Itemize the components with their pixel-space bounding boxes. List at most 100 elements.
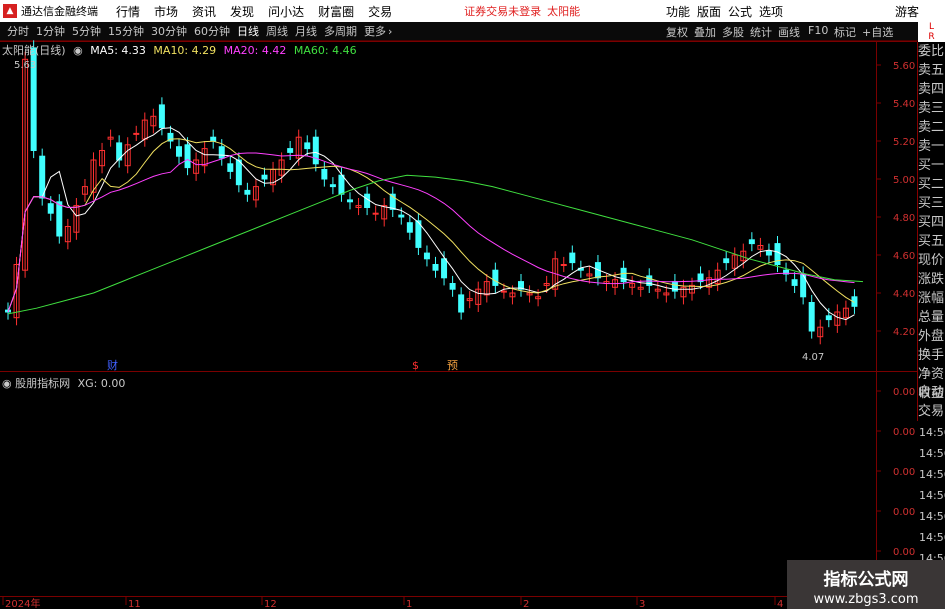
watermark: 指标公式网 www.zbgs3.com bbox=[787, 560, 945, 609]
quote-field-label: 卖三 bbox=[918, 101, 945, 116]
candle-body bbox=[184, 144, 191, 169]
candle-body bbox=[47, 203, 54, 214]
indicator-axis-label: 0.00 bbox=[893, 547, 915, 558]
indicator-legend: ◉ 股朋指标网 XG: 0.00 bbox=[2, 375, 125, 391]
candle-body bbox=[338, 174, 345, 195]
quote-field-label: 买三 bbox=[918, 196, 945, 211]
chart-legend: 太阳能(日线) ◉ MA5: 4.33 MA10: 4.29 MA20: 4.4… bbox=[2, 42, 361, 58]
legend-ma60: MA60: 4.46 bbox=[293, 44, 357, 57]
candle-body bbox=[227, 163, 234, 172]
quote-field-label: 总量 bbox=[918, 310, 945, 325]
candle-body bbox=[347, 199, 353, 203]
time-label: 4 bbox=[777, 599, 783, 609]
candle-body bbox=[432, 264, 439, 271]
trade-field-label[interactable]: 交易 bbox=[918, 402, 945, 421]
price-label: 4.60 bbox=[893, 251, 915, 262]
candle-body bbox=[133, 132, 140, 135]
quote-field-label: 卖四 bbox=[918, 82, 945, 97]
price-label: 5.20 bbox=[893, 137, 915, 148]
candle-body bbox=[560, 264, 567, 266]
quote-field-label: 现价 bbox=[918, 253, 945, 268]
indicator-axis-label: 0.00 bbox=[893, 387, 915, 398]
candle-body bbox=[398, 214, 405, 218]
time-label: 1 bbox=[406, 599, 412, 609]
indicator-toggle-icon[interactable]: ◉ bbox=[2, 377, 12, 390]
candle-body bbox=[210, 136, 217, 142]
indicator-axis-label: 0.00 bbox=[893, 427, 915, 438]
candle-body bbox=[304, 142, 311, 150]
candle-body bbox=[492, 269, 499, 286]
candle-body bbox=[287, 148, 294, 153]
candle-body bbox=[56, 201, 63, 237]
price-label: 5.40 bbox=[893, 99, 915, 110]
trade-field-label[interactable]: 自动 bbox=[918, 383, 945, 402]
price-label: 4.20 bbox=[893, 327, 915, 338]
quote-field-label: 净资 bbox=[918, 367, 945, 382]
event-marker-yu: 预 bbox=[447, 359, 458, 372]
quote-field-label: 买二 bbox=[918, 177, 945, 192]
quote-panel-lower: 自动 交易 bbox=[917, 383, 945, 421]
candle-body bbox=[158, 104, 165, 129]
price-label: 4.40 bbox=[893, 289, 915, 300]
candle-body bbox=[500, 290, 507, 293]
candle-body bbox=[441, 258, 448, 279]
legend-ma20: MA20: 4.42 bbox=[223, 44, 287, 57]
candle-body bbox=[569, 252, 576, 264]
candle-body bbox=[176, 146, 182, 157]
candle-body bbox=[329, 184, 336, 188]
indicator-time: 14:56 bbox=[919, 426, 945, 439]
candle-body bbox=[791, 279, 798, 286]
candle-body bbox=[808, 302, 815, 332]
time-label: 2024年 bbox=[5, 597, 40, 609]
candle-body bbox=[235, 159, 242, 186]
event-marker-s: $ bbox=[412, 359, 419, 372]
watermark-title: 指标公式网 bbox=[823, 570, 909, 590]
quote-field-label: 买四 bbox=[918, 215, 945, 230]
time-label: 3 bbox=[639, 599, 645, 609]
indicator-axis-label: 0.00 bbox=[893, 467, 915, 478]
time-label: 12 bbox=[264, 599, 277, 609]
candle-body bbox=[449, 283, 456, 290]
legend-ma5: MA5: 4.33 bbox=[90, 44, 146, 57]
ma10-line bbox=[7, 138, 855, 313]
candle-body bbox=[364, 193, 371, 208]
candle-body bbox=[765, 250, 772, 256]
legend-ma10: MA10: 4.29 bbox=[153, 44, 217, 57]
price-label: 4.80 bbox=[893, 213, 915, 224]
candle-body bbox=[321, 169, 328, 180]
indicator-time: 14:56 bbox=[919, 510, 945, 523]
indicator-time: 14:56 bbox=[919, 531, 945, 544]
quote-field-label: 涨跌 bbox=[918, 272, 945, 287]
candle-body bbox=[458, 294, 465, 313]
high-label: 5.63 bbox=[14, 60, 36, 71]
event-marker-cai: 财 bbox=[107, 358, 118, 372]
candle-body bbox=[406, 222, 413, 233]
quote-field-label: 涨幅 bbox=[918, 291, 945, 306]
quote-field-label: 买五 bbox=[918, 234, 945, 249]
indicator-name[interactable]: 股朋指标网 bbox=[15, 377, 70, 390]
legend-toggle-icon[interactable]: ◉ bbox=[73, 44, 83, 57]
time-label: 2 bbox=[523, 599, 529, 609]
candle-body bbox=[261, 174, 268, 180]
indicator-time: 14:56 bbox=[919, 468, 945, 481]
price-label: 5.00 bbox=[893, 175, 915, 186]
chart-title: 太阳能(日线) bbox=[2, 44, 66, 57]
candle-body bbox=[748, 239, 755, 245]
indicator-time: 14:56 bbox=[919, 447, 945, 460]
quote-panel: 委比 卖五 卖四 卖三 卖二 卖一 买一 买二 买三 买四 买五 现价 涨跌 涨幅 总量 外盘 换手 净资 收益 bbox=[917, 42, 945, 403]
low-label: 4.07 bbox=[802, 352, 824, 363]
quote-field-label: 外盘 bbox=[918, 329, 945, 344]
quote-field-label: 卖五 bbox=[918, 63, 945, 78]
candle-body bbox=[723, 258, 730, 264]
candle-body bbox=[218, 146, 225, 159]
price-label: 5.60 bbox=[893, 61, 915, 72]
quote-field-label: 买一 bbox=[918, 158, 945, 173]
indicator-axis-label: 0.00 bbox=[893, 507, 915, 518]
quote-field-label: 换手 bbox=[918, 348, 945, 363]
quote-field-label: 委比 bbox=[918, 44, 945, 59]
quote-field-label: 卖二 bbox=[918, 120, 945, 135]
indicator-xg: XG: 0.00 bbox=[77, 377, 126, 390]
kline-chart[interactable]: 5.60 5.40 5.20 5.00 4.80 4.60 4.40 4.20 0.00 0.00… bbox=[0, 0, 945, 609]
candle-body bbox=[244, 189, 251, 195]
indicator-time: 14:56 bbox=[919, 489, 945, 502]
